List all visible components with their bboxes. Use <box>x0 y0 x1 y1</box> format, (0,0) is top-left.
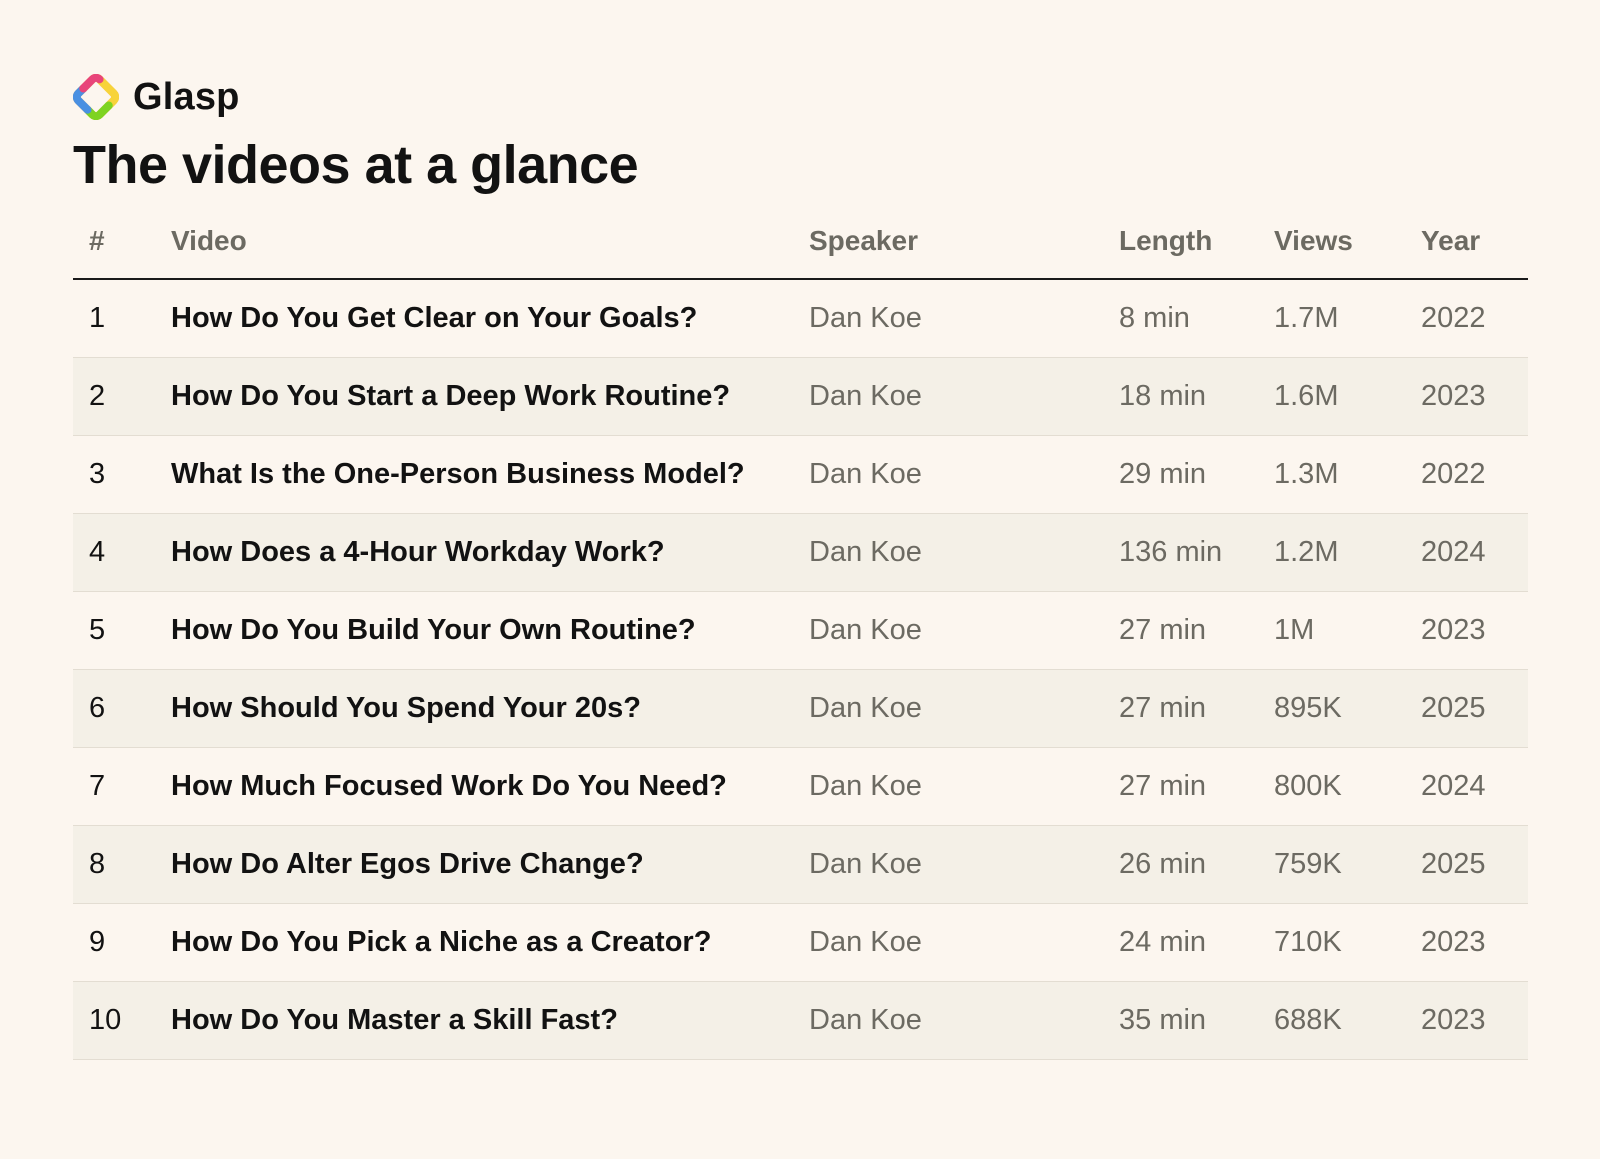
view-count: 1.7M <box>1274 279 1421 358</box>
video-title: How Do You Pick a Niche as a Creator? <box>171 903 809 982</box>
view-count: 710K <box>1274 903 1421 982</box>
brand-header: Glasp <box>73 74 240 120</box>
video-year: 2022 <box>1421 435 1528 514</box>
table-row: 9 How Do You Pick a Niche as a Creator? … <box>73 903 1528 982</box>
page-title: The videos at a glance <box>73 135 639 195</box>
speaker-name: Dan Koe <box>809 591 1119 670</box>
header-num: # <box>73 204 171 280</box>
video-title: How Do You Start a Deep Work Routine? <box>171 357 809 436</box>
video-title: How Should You Spend Your 20s? <box>171 669 809 748</box>
table-row: 3 What Is the One-Person Business Model?… <box>73 435 1528 514</box>
view-count: 1M <box>1274 591 1421 670</box>
view-count: 759K <box>1274 825 1421 904</box>
video-year: 2023 <box>1421 357 1528 436</box>
table-row: 2 How Do You Start a Deep Work Routine? … <box>73 357 1528 436</box>
video-year: 2023 <box>1421 981 1528 1060</box>
view-count: 895K <box>1274 669 1421 748</box>
header-year: Year <box>1421 204 1528 280</box>
table-header: # Video Speaker Length Views Year <box>73 204 1528 280</box>
table-row: 6 How Should You Spend Your 20s? Dan Koe… <box>73 669 1528 748</box>
video-title: How Do You Get Clear on Your Goals? <box>171 279 809 358</box>
video-year: 2025 <box>1421 669 1528 748</box>
view-count: 1.3M <box>1274 435 1421 514</box>
table-row: 1 How Do You Get Clear on Your Goals? Da… <box>73 279 1528 358</box>
glasp-logo-icon <box>73 74 119 120</box>
video-year: 2023 <box>1421 591 1528 670</box>
video-length: 35 min <box>1119 981 1274 1060</box>
video-title: What Is the One-Person Business Model? <box>171 435 809 514</box>
speaker-name: Dan Koe <box>809 825 1119 904</box>
view-count: 1.2M <box>1274 513 1421 592</box>
row-number: 6 <box>73 669 171 748</box>
table-row: 8 How Do Alter Egos Drive Change? Dan Ko… <box>73 825 1528 904</box>
view-count: 1.6M <box>1274 357 1421 436</box>
row-number: 10 <box>73 981 171 1060</box>
table-body: 1 How Do You Get Clear on Your Goals? Da… <box>73 279 1528 1060</box>
row-number: 2 <box>73 357 171 436</box>
videos-table: # Video Speaker Length Views Year 1 How … <box>73 204 1528 1060</box>
table-row: 5 How Do You Build Your Own Routine? Dan… <box>73 591 1528 670</box>
table-header-row: # Video Speaker Length Views Year <box>73 204 1528 280</box>
header-length: Length <box>1119 204 1274 280</box>
video-length: 136 min <box>1119 513 1274 592</box>
row-number: 5 <box>73 591 171 670</box>
table-row: 7 How Much Focused Work Do You Need? Dan… <box>73 747 1528 826</box>
video-length: 27 min <box>1119 747 1274 826</box>
video-year: 2025 <box>1421 825 1528 904</box>
video-title: How Do You Build Your Own Routine? <box>171 591 809 670</box>
speaker-name: Dan Koe <box>809 747 1119 826</box>
header-video: Video <box>171 204 809 280</box>
view-count: 800K <box>1274 747 1421 826</box>
row-number: 4 <box>73 513 171 592</box>
speaker-name: Dan Koe <box>809 435 1119 514</box>
video-title: How Much Focused Work Do You Need? <box>171 747 809 826</box>
video-year: 2024 <box>1421 513 1528 592</box>
video-title: How Do You Master a Skill Fast? <box>171 981 809 1060</box>
table-row: 4 How Does a 4-Hour Workday Work? Dan Ko… <box>73 513 1528 592</box>
speaker-name: Dan Koe <box>809 279 1119 358</box>
row-number: 7 <box>73 747 171 826</box>
speaker-name: Dan Koe <box>809 981 1119 1060</box>
video-length: 8 min <box>1119 279 1274 358</box>
brand-name: Glasp <box>133 75 240 118</box>
video-title: How Does a 4-Hour Workday Work? <box>171 513 809 592</box>
page: Glasp The videos at a glance # Video Spe… <box>0 0 1600 1159</box>
video-length: 27 min <box>1119 669 1274 748</box>
header-views: Views <box>1274 204 1421 280</box>
row-number: 3 <box>73 435 171 514</box>
speaker-name: Dan Koe <box>809 903 1119 982</box>
speaker-name: Dan Koe <box>809 669 1119 748</box>
video-year: 2022 <box>1421 279 1528 358</box>
video-length: 18 min <box>1119 357 1274 436</box>
row-number: 9 <box>73 903 171 982</box>
videos-table-container: # Video Speaker Length Views Year 1 How … <box>73 204 1528 1060</box>
video-year: 2023 <box>1421 903 1528 982</box>
video-title: How Do Alter Egos Drive Change? <box>171 825 809 904</box>
header-speaker: Speaker <box>809 204 1119 280</box>
row-number: 1 <box>73 279 171 358</box>
video-year: 2024 <box>1421 747 1528 826</box>
row-number: 8 <box>73 825 171 904</box>
speaker-name: Dan Koe <box>809 513 1119 592</box>
view-count: 688K <box>1274 981 1421 1060</box>
video-length: 26 min <box>1119 825 1274 904</box>
video-length: 27 min <box>1119 591 1274 670</box>
table-row: 10 How Do You Master a Skill Fast? Dan K… <box>73 981 1528 1060</box>
speaker-name: Dan Koe <box>809 357 1119 436</box>
video-length: 24 min <box>1119 903 1274 982</box>
video-length: 29 min <box>1119 435 1274 514</box>
